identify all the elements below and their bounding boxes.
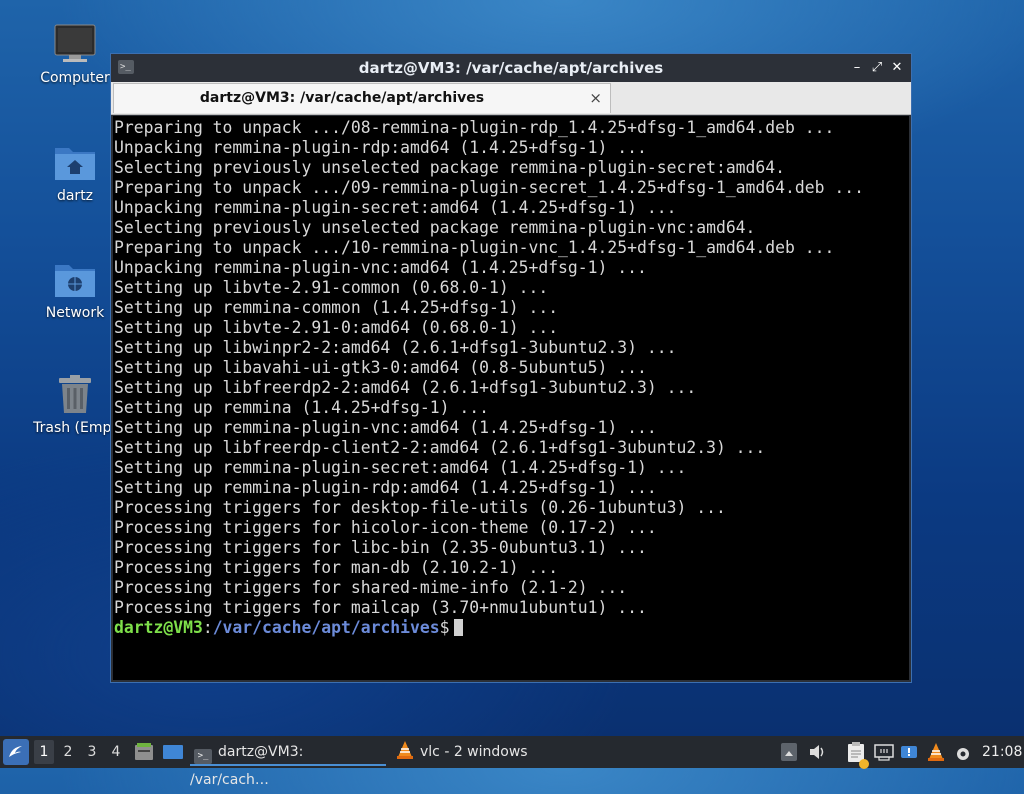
settings-gear-icon[interactable] bbox=[954, 743, 972, 761]
terminal-window: >_ dartz@VM3: /var/cache/apt/archives – … bbox=[110, 53, 912, 683]
terminal-line: Processing triggers for desktop-file-uti… bbox=[114, 498, 726, 517]
terminal-line: Processing triggers for mailcap (3.70+nm… bbox=[114, 598, 647, 617]
terminal-cursor bbox=[453, 619, 463, 636]
terminal-line: Processing triggers for hicolor-icon-the… bbox=[114, 518, 657, 537]
network-icon[interactable] bbox=[873, 742, 895, 762]
close-button[interactable]: ✕ bbox=[887, 54, 907, 82]
terminal-line: Setting up libvte-2.91-0:amd64 (0.68.0-1… bbox=[114, 318, 559, 337]
tab-label: dartz@VM3: /var/cache/apt/archives bbox=[199, 90, 485, 106]
maximize-button[interactable]: ⤢ bbox=[867, 54, 887, 82]
task-terminal[interactable]: >_ dartz@VM3: /var/cach… bbox=[190, 738, 386, 788]
terminal-line: Setting up libavahi-ui-gtk3-0:amd64 (0.8… bbox=[114, 358, 647, 377]
terminal-line: Setting up libvte-2.91-common (0.68.0-1)… bbox=[114, 278, 549, 297]
file-manager-icon[interactable] bbox=[134, 742, 154, 762]
terminal-line: Setting up libfreerdp-client2-2:amd64 (2… bbox=[114, 438, 766, 457]
show-desktop-icon[interactable] bbox=[162, 742, 184, 762]
terminal-line: Processing triggers for shared-mime-info… bbox=[114, 578, 628, 597]
vlc-icon bbox=[396, 740, 414, 770]
terminal-output[interactable]: Preparing to unpack .../08-remmina-plugi… bbox=[113, 116, 909, 680]
terminal-line: Preparing to unpack .../08-remmina-plugi… bbox=[114, 118, 835, 137]
workspace-2[interactable]: 2 bbox=[58, 740, 78, 764]
terminal-line: Unpacking remmina-plugin-rdp:amd64 (1.4.… bbox=[114, 138, 647, 157]
terminal-line: Setting up libwinpr2-2:amd64 (2.6.1+dfsg… bbox=[114, 338, 677, 357]
battery-icon[interactable] bbox=[858, 750, 870, 769]
terminal-icon: >_ bbox=[194, 749, 212, 764]
computer-icon bbox=[53, 22, 97, 66]
prompt-symbol: $ bbox=[439, 618, 450, 637]
terminal-line: Setting up remmina-plugin-rdp:amd64 (1.4… bbox=[114, 478, 657, 497]
terminal-line: Preparing to unpack .../10-remmina-plugi… bbox=[114, 238, 835, 257]
window-titlebar[interactable]: >_ dartz@VM3: /var/cache/apt/archives – … bbox=[111, 54, 911, 82]
terminal-line: Preparing to unpack .../09-remmina-plugi… bbox=[114, 178, 864, 197]
terminal-line: Selecting previously unselected package … bbox=[114, 158, 786, 177]
terminal-line: Setting up libfreerdp2-2:amd64 (2.6.1+df… bbox=[114, 378, 697, 397]
volume-icon[interactable] bbox=[808, 742, 828, 762]
trash-icon bbox=[53, 372, 97, 416]
terminal-line: Setting up remmina-plugin-vnc:amd64 (1.4… bbox=[114, 418, 657, 437]
clock[interactable]: 21:08 bbox=[982, 736, 1022, 768]
network-folder-icon bbox=[53, 257, 97, 301]
terminal-line: Processing triggers for libc-bin (2.35-0… bbox=[114, 538, 647, 557]
terminal-text: Preparing to unpack .../08-remmina-plugi… bbox=[113, 116, 909, 638]
minimize-button[interactable]: – bbox=[847, 54, 867, 82]
tab-bar: dartz@VM3: /var/cache/apt/archives × bbox=[111, 82, 911, 115]
taskbar: 1 2 3 4 >_ dartz@VM3: /var/cach… vlc - 2 … bbox=[0, 736, 1024, 788]
terminal-line: Unpacking remmina-plugin-secret:amd64 (1… bbox=[114, 198, 677, 217]
tab-terminal[interactable]: dartz@VM3: /var/cache/apt/archives × bbox=[113, 83, 611, 113]
task-vlc[interactable]: vlc - 2 windows bbox=[394, 738, 554, 766]
terminal-line: Unpacking remmina-plugin-vnc:amd64 (1.4.… bbox=[114, 258, 647, 277]
updates-icon[interactable] bbox=[899, 742, 919, 762]
terminal-line: Processing triggers for man-db (2.10.2-1… bbox=[114, 558, 559, 577]
tray-up-arrow-icon[interactable] bbox=[781, 743, 797, 761]
home-folder-icon bbox=[53, 140, 97, 184]
terminal-line: Setting up remmina-common (1.4.25+dfsg-1… bbox=[114, 298, 559, 317]
prompt-path: /var/cache/apt/archives bbox=[212, 618, 440, 637]
tab-close-icon[interactable]: × bbox=[589, 84, 602, 113]
task-label: vlc - 2 windows bbox=[420, 744, 528, 760]
prompt-separator: : bbox=[202, 618, 213, 637]
prompt-user: dartz@VM3 bbox=[114, 618, 203, 637]
workspace-3[interactable]: 3 bbox=[82, 740, 102, 764]
workspace-4[interactable]: 4 bbox=[106, 740, 126, 764]
terminal-line: Setting up remmina-plugin-secret:amd64 (… bbox=[114, 458, 687, 477]
window-title: dartz@VM3: /var/cache/apt/archives bbox=[358, 59, 664, 77]
workspace-1[interactable]: 1 bbox=[34, 740, 54, 764]
vlc-tray-icon[interactable] bbox=[927, 742, 945, 762]
terminal-line: Setting up remmina (1.4.25+dfsg-1) ... bbox=[114, 398, 489, 417]
terminal-line: Selecting previously unselected package … bbox=[114, 218, 756, 237]
lxqt-menu-icon[interactable] bbox=[3, 739, 29, 765]
